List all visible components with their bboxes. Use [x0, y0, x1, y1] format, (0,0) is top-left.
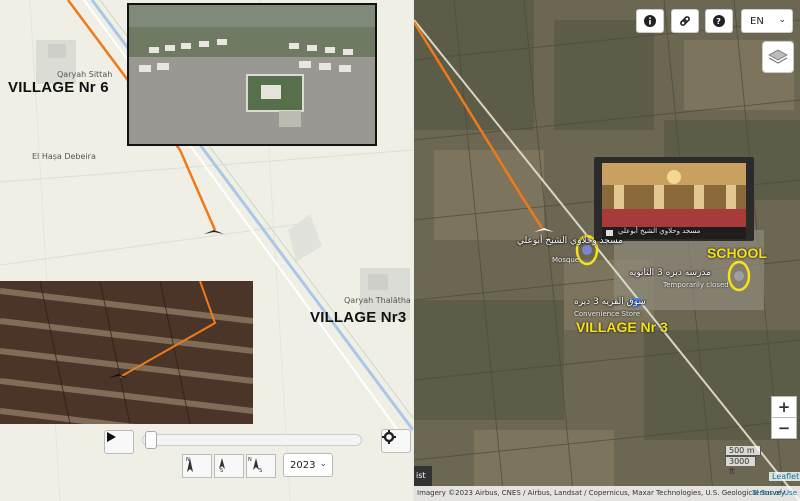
leaflet-link[interactable]: Leaflet [769, 472, 800, 481]
label-el-hasa: El Haṣa Debeira [32, 152, 96, 161]
layers-button[interactable] [762, 41, 794, 73]
play-icon [107, 432, 116, 442]
photo-caption: مسجد وحلاوي الشيخ أبوعلي [618, 227, 701, 235]
label-qaryah-sittah: Qaryah Sittah [57, 70, 113, 79]
chevron-down-icon: ⌄ [319, 459, 327, 469]
scale-imperial: 3000 ft [725, 456, 756, 476]
store-name-label[interactable]: سوق القريه 3 ديره [574, 297, 646, 307]
school-pin-icon[interactable] [734, 271, 744, 281]
mosque-interior-photo[interactable]: مسجد وحلاوي الشيخ أبوعلي [594, 157, 754, 241]
link-icon [680, 16, 690, 26]
help-button[interactable]: ? [705, 9, 733, 33]
chevron-down-icon: ⌄ [778, 15, 786, 25]
north-arrow-icon: N [186, 457, 193, 472]
compass-ns-button[interactable]: NS [246, 454, 276, 478]
language-select[interactable]: EN ⌄ [741, 9, 793, 33]
year-value: 2023 [290, 459, 316, 471]
list-tab[interactable]: ist [414, 466, 432, 486]
svg-text:S: S [259, 468, 262, 473]
scale-metric: 500 m [725, 446, 761, 456]
label-village-nr3: VILLAGE Nr3 [310, 309, 407, 326]
zoom-in-button[interactable]: + [771, 396, 797, 418]
ns-compass-icon: NS [248, 457, 262, 473]
satellite-map[interactable]: ? EN ⌄ مسجد وحلاوي الشيخ أبوعلي مسجد وحل… [414, 0, 800, 501]
village-3-annotation: VILLAGE Nr 3 [576, 319, 668, 335]
scale-bar: 500 m 3000 ft [725, 446, 761, 476]
street-map[interactable]: Qaryah Sittah VILLAGE Nr 6 El Haṣa Debei… [0, 0, 413, 501]
help-icon: ? [713, 15, 725, 27]
school-name-label[interactable]: مدرسه ديره 3 الثانويه [629, 268, 711, 278]
svg-text:N: N [248, 457, 252, 463]
mosque-name-label[interactable]: مسجد وحلاوي الشيخ أبوعلي [517, 236, 623, 246]
mosque-type-label: Mosque [552, 256, 580, 264]
compass-south-button[interactable]: S [214, 454, 244, 478]
label-village-6: VILLAGE Nr 6 [8, 79, 109, 96]
info-button[interactable] [636, 9, 664, 33]
plane-marker-icon [204, 230, 224, 234]
link-button[interactable] [671, 9, 699, 33]
terms-link[interactable]: Terms of Use [752, 486, 797, 501]
label-qaryah-thalatha: Qaryah Thalātha [344, 296, 411, 305]
attribution-bar: Imagery ©2023 Airbus, CNES / Airbus, Lan… [414, 486, 800, 501]
layers-icon [768, 49, 788, 64]
settings-button[interactable] [381, 429, 411, 453]
timeline-slider[interactable] [142, 434, 362, 446]
south-arrow-icon: S [219, 458, 225, 473]
zoom-out-button[interactable]: − [771, 417, 797, 439]
school-annotation: SCHOOL [707, 245, 767, 261]
timeline-handle[interactable] [145, 431, 157, 449]
svg-text:?: ? [716, 17, 721, 26]
attribution-text: Imagery ©2023 Airbus, CNES / Airbus, Lan… [417, 489, 785, 497]
play-button[interactable] [104, 430, 134, 454]
svg-text:S: S [220, 468, 223, 473]
year-select[interactable]: 2023 ⌄ [283, 453, 333, 477]
info-icon [644, 15, 656, 27]
language-value: EN [750, 15, 764, 27]
store-type-label: Convenience Store [574, 310, 641, 318]
drone-photo [127, 3, 377, 146]
gear-icon [382, 430, 396, 444]
svg-text:N: N [186, 457, 190, 463]
school-status-label: Temporarily closed [663, 281, 729, 289]
field-aerial-photo [0, 281, 253, 424]
mosque-pin-icon[interactable] [582, 245, 592, 255]
compass-north-button[interactable]: N [182, 454, 212, 478]
